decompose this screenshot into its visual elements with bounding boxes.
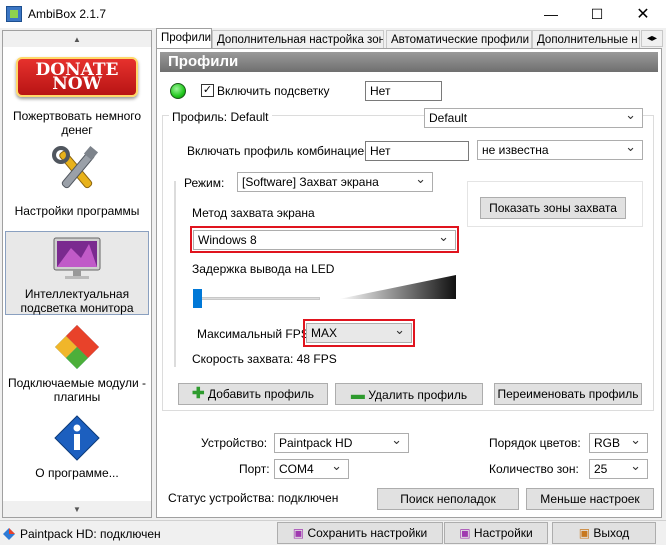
exit-icon: ▣ [578, 526, 591, 540]
device-status-icon [3, 528, 15, 540]
sidebar-scroll-up-button[interactable]: ▲ [3, 31, 151, 47]
title-bar: AmbiBox 2.1.7 — ☐ ✕ [0, 0, 666, 28]
sidebar-item-label: Настройки программы [14, 204, 140, 218]
save-settings-button[interactable]: ▣ Сохранить настройки [277, 522, 443, 544]
window-title: AmbiBox 2.1.7 [28, 7, 107, 21]
device-select[interactable]: Paintpack HD [274, 432, 409, 453]
settings-button[interactable]: ▣ Настройки [444, 522, 548, 544]
save-icon: ▣ [292, 526, 305, 540]
enable-lighting-checkbox[interactable]: ✓ [201, 84, 214, 97]
color-order-label: Порядок цветов: [489, 436, 581, 450]
exit-button[interactable]: ▣ Выход [552, 522, 656, 544]
led-delay-track [193, 297, 320, 300]
settings-icon: ▣ [459, 526, 471, 540]
save-settings-label: Сохранить настройки [307, 526, 428, 540]
capture-method-select[interactable]: Windows 8 [193, 229, 456, 250]
donate-badge: DONATE NOW [16, 57, 138, 97]
profile-group-label: Профиль: Default [169, 110, 272, 124]
status-bar: Paintpack HD: подключен ▣ Сохранить наст… [0, 520, 666, 545]
profile-select[interactable]: Default [424, 107, 643, 128]
monitor-icon [53, 237, 101, 279]
sidebar-item-label: О программе... [35, 466, 119, 480]
sidebar-scroll-down-button[interactable]: ▼ [3, 501, 151, 517]
zones-count-label: Количество зон: [489, 462, 579, 476]
enable-lighting-label: Включить подсветку [217, 84, 330, 98]
delete-profile-label: Удалить профиль [368, 388, 468, 402]
status-text: Paintpack HD: подключен [20, 527, 161, 541]
plus-icon: ✚ [192, 385, 205, 402]
delay-ramp-icon [339, 275, 456, 299]
profiles-panel: Профили ✓ Включить подсветку Нет Профиль… [156, 48, 662, 518]
combo-state-select[interactable]: не известна [477, 139, 643, 160]
fewer-settings-button[interactable]: Меньше настроек [526, 488, 654, 510]
sidebar-item-settings[interactable]: Настройки программы [3, 145, 151, 231]
led-delay-slider-thumb[interactable] [193, 289, 202, 308]
add-profile-button[interactable]: ✚ Добавить профиль [178, 383, 328, 405]
mode-select[interactable]: [Software] Захват экрана [237, 171, 433, 192]
settings-label: Настройки [473, 526, 533, 540]
zones-count-select[interactable]: 25 [589, 458, 648, 479]
status-led-indicator [170, 83, 186, 99]
combo-hotkey-field[interactable]: Нет [365, 141, 469, 161]
color-order-select[interactable]: RGB [589, 432, 648, 453]
sidebar-item-label: Пожертвовать немного денег [12, 109, 142, 137]
sidebar-item-monitor-lighting[interactable]: Интеллектуальная подсветка монитора [5, 231, 149, 315]
sidebar-item-about[interactable]: О программе... [3, 415, 151, 485]
tab-additional[interactable]: Дополнительные н [532, 30, 640, 49]
led-delay-label: Задержка вывода на LED [192, 262, 335, 276]
port-select[interactable]: COM4 [274, 458, 349, 479]
mode-label: Режим: [181, 176, 228, 190]
capture-method-label: Метод захвата экрана [192, 206, 315, 220]
max-fps-select[interactable]: MAX [306, 322, 412, 343]
maximize-button[interactable]: ☐ [574, 0, 620, 28]
app-icon [6, 6, 22, 22]
tab-scroll-buttons[interactable]: ◂▸ [641, 30, 663, 47]
close-button[interactable]: ✕ [620, 0, 666, 28]
device-status-text: Статус устройства: подключен [168, 491, 339, 505]
sidebar-item-plugins[interactable]: Подключаемые модули - плагины [3, 323, 151, 407]
enable-hotkey-field[interactable]: Нет [365, 81, 442, 101]
exit-label: Выход [593, 526, 630, 540]
tools-icon [52, 145, 99, 189]
capture-speed-text: Скорость захвата: 48 FPS [192, 352, 337, 366]
show-zones-button[interactable]: Показать зоны захвата [480, 197, 626, 219]
delete-profile-button[interactable]: ▬ Удалить профиль [335, 383, 483, 405]
info-icon [54, 415, 100, 461]
sidebar: ▲ DONATE NOW Пожертвовать немного денег … [2, 30, 152, 518]
mode-group [174, 181, 176, 367]
minimize-button[interactable]: — [528, 0, 574, 28]
sidebar-item-label: Интеллектуальная подсветка монитора [20, 287, 134, 315]
device-label: Устройство: [201, 436, 268, 450]
sidebar-item-label: Подключаемые модули - плагины [7, 376, 147, 404]
tab-bar: Профили Дополнительная настройка зон Авт… [156, 28, 664, 49]
troubleshoot-button[interactable]: Поиск неполадок [377, 488, 519, 510]
minus-icon: ▬ [350, 386, 365, 402]
combo-hotkey-label: Включать профиль комбинацией: [187, 144, 375, 158]
add-profile-label: Добавить профиль [207, 387, 314, 401]
tab-auto-profiles[interactable]: Автоматические профили [386, 30, 532, 49]
max-fps-label: Максимальный FPS [197, 327, 309, 341]
tab-zone-settings[interactable]: Дополнительная настройка зон [212, 30, 384, 49]
port-label: Порт: [239, 462, 270, 476]
rename-profile-button[interactable]: Переименовать профиль [494, 383, 642, 405]
panel-title: Профили [160, 52, 658, 72]
tab-profiles[interactable]: Профили [156, 28, 212, 49]
puzzle-icon [55, 325, 99, 369]
